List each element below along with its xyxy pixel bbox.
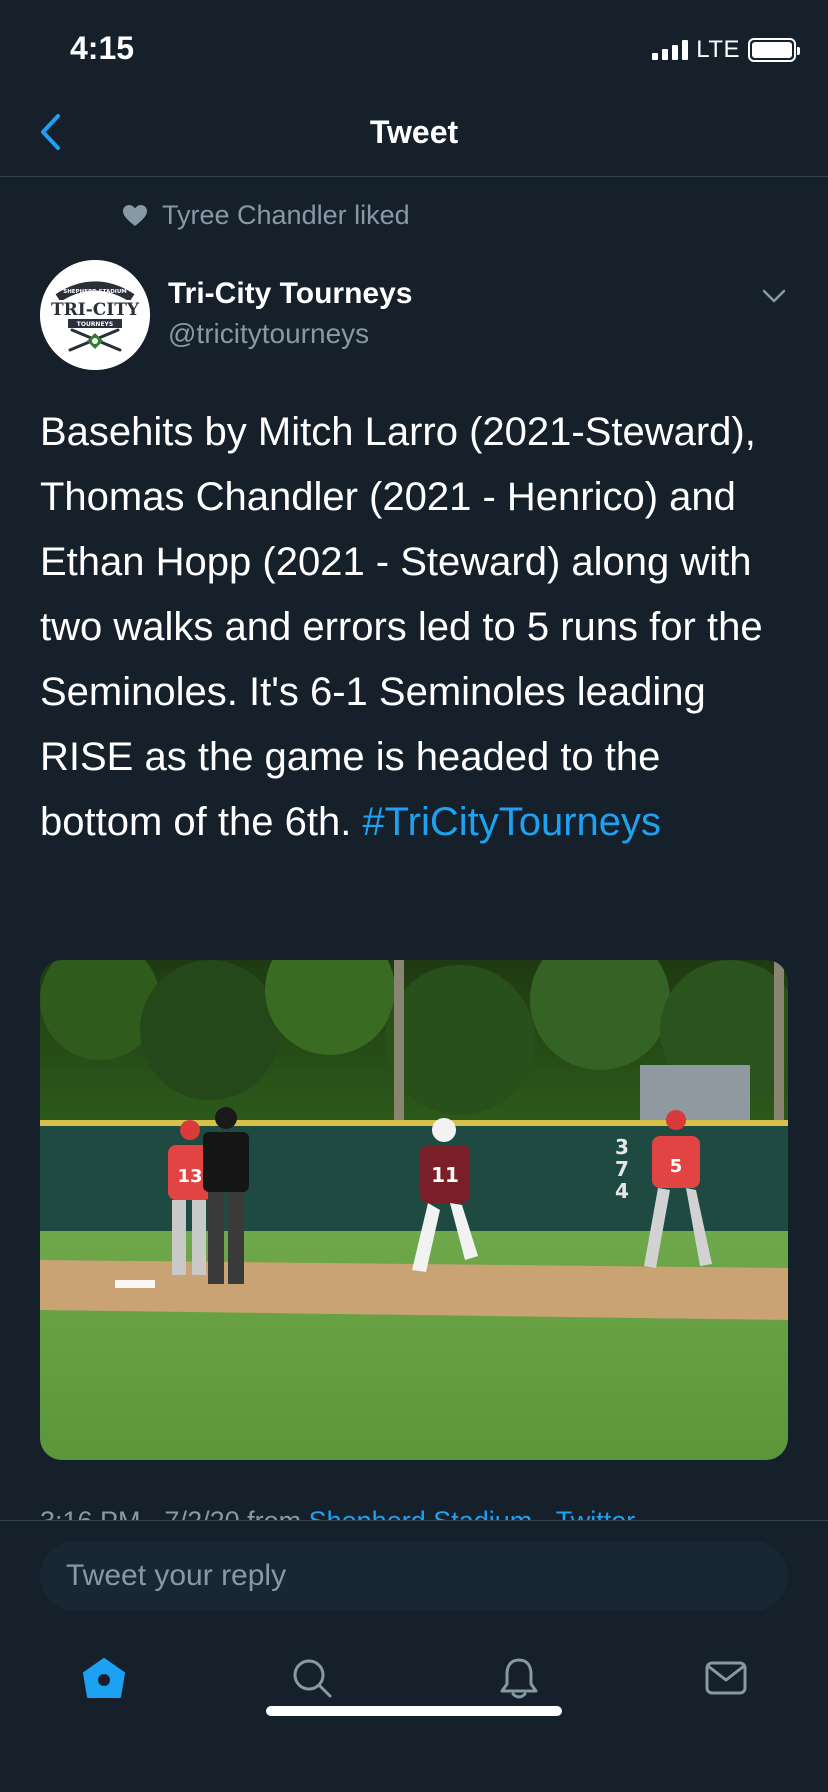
heart-icon — [123, 204, 147, 226]
tab-bar — [0, 1616, 828, 1736]
tab-home[interactable] — [74, 1648, 134, 1708]
network-label: LTE — [696, 36, 740, 63]
jersey-number: 11 — [431, 1163, 459, 1187]
tab-messages[interactable] — [696, 1648, 756, 1708]
navigation-header: Tweet — [0, 100, 828, 177]
avatar[interactable]: SHEPHERD STADIUM TRI-CITY TOURNEYS — [40, 260, 150, 370]
wall-digit: 7 — [615, 1157, 629, 1181]
tri-city-logo: SHEPHERD STADIUM TRI-CITY TOURNEYS — [40, 260, 150, 370]
messages-icon — [705, 1661, 747, 1695]
wall-distance-marker: 3 7 4 — [615, 1135, 629, 1203]
reply-input[interactable] — [40, 1541, 788, 1611]
reply-bar — [0, 1520, 828, 1616]
status-time: 4:15 — [70, 30, 135, 66]
jersey-number: 13 — [177, 1166, 202, 1187]
home-icon — [83, 1658, 125, 1698]
home-indicator[interactable] — [266, 1706, 562, 1716]
author-name[interactable]: Tri-City Tourneys — [168, 277, 412, 311]
social-context[interactable]: Tyree Chandler liked — [122, 200, 410, 231]
tab-search[interactable] — [282, 1648, 342, 1708]
author-handle[interactable]: @tricitytourneys — [168, 318, 369, 350]
tab-notifications[interactable] — [489, 1648, 549, 1708]
wall-digit: 4 — [615, 1179, 629, 1203]
signal-icon — [652, 40, 689, 60]
tweet-photo[interactable]: 3 7 4 13 11 5 — [40, 960, 788, 1460]
svg-text:SHEPHERD STADIUM: SHEPHERD STADIUM — [63, 289, 127, 295]
tweet-text: Basehits by Mitch Larro (2021-Steward), … — [40, 400, 790, 855]
hashtag-link[interactable]: #TriCityTourneys — [362, 800, 661, 844]
tweet-options-button[interactable] — [758, 280, 790, 312]
baseball-game-photo: 3 7 4 13 11 5 — [40, 960, 788, 1460]
status-bar: 4:15 LTE — [0, 0, 828, 100]
social-context-label: Tyree Chandler liked — [162, 200, 410, 230]
status-indicators: LTE — [652, 36, 800, 64]
wall-digit: 3 — [615, 1135, 629, 1159]
chevron-down-icon — [762, 289, 786, 303]
svg-text:TRI-CITY: TRI-CITY — [51, 300, 140, 320]
jersey-number: 5 — [670, 1156, 683, 1177]
tweet-body: Basehits by Mitch Larro (2021-Steward), … — [40, 410, 763, 844]
page-title: Tweet — [369, 114, 459, 150]
notifications-icon — [500, 1658, 538, 1699]
svg-text:TOURNEYS: TOURNEYS — [77, 321, 113, 328]
battery-icon — [748, 38, 800, 62]
search-icon — [293, 1659, 332, 1698]
